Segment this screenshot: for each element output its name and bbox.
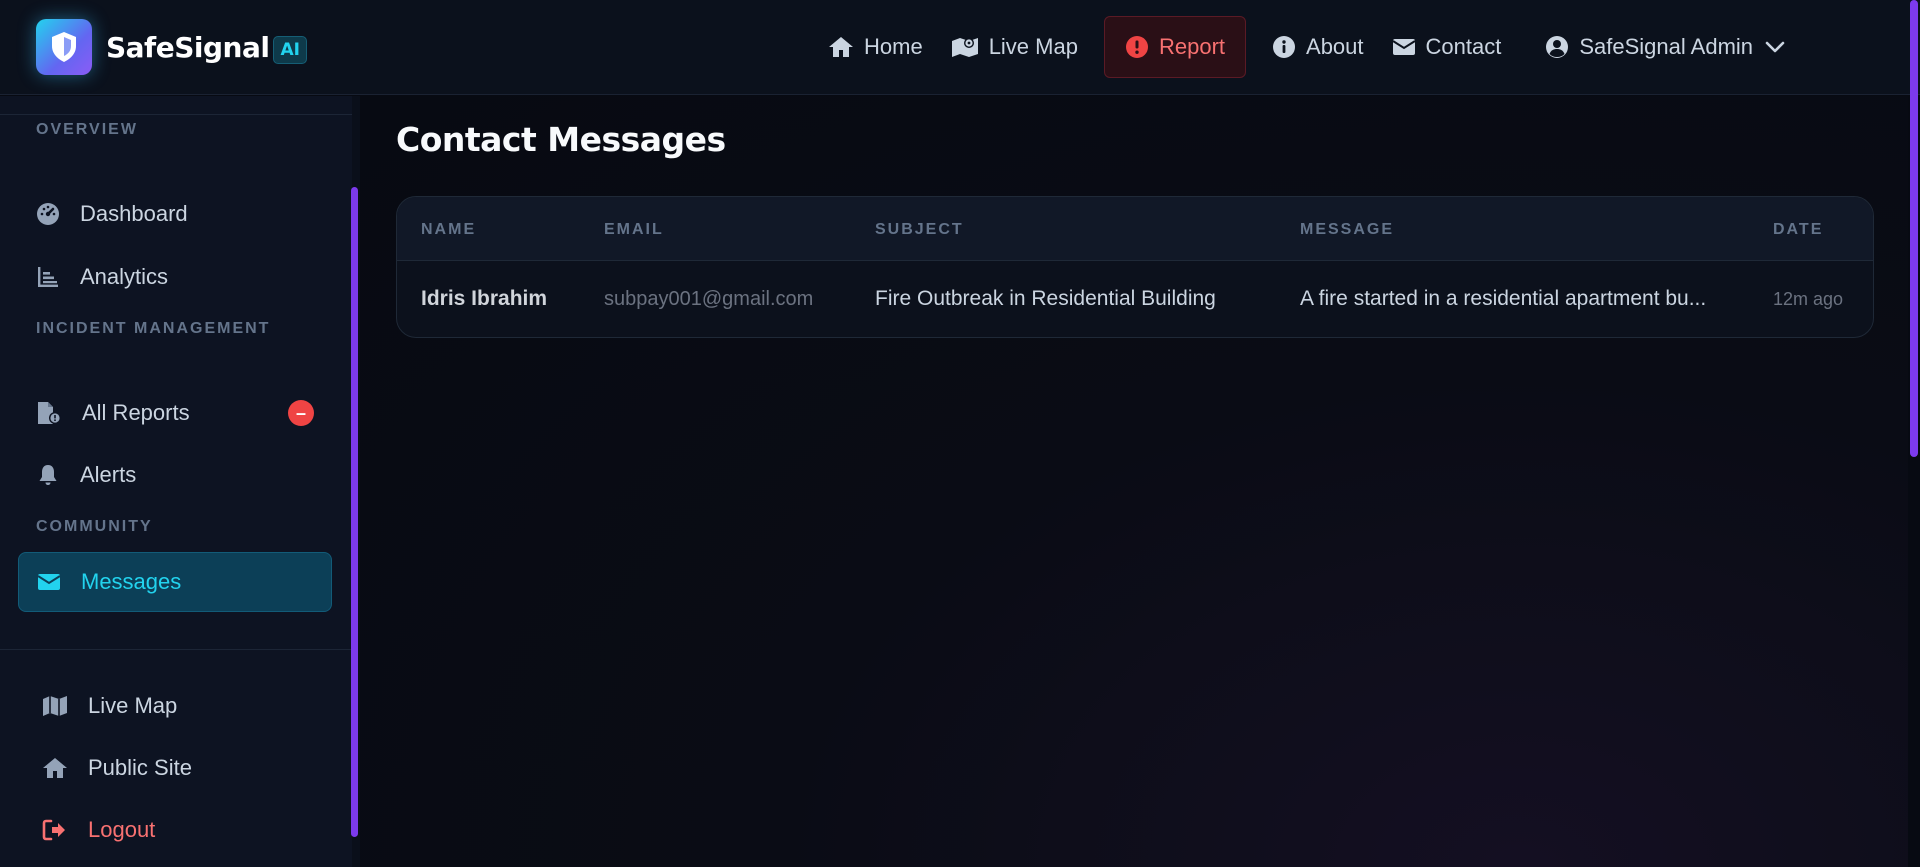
table-row[interactable]: Idris Ibrahim subpay001@gmail.com Fire O… <box>397 261 1873 337</box>
sidebar: OVERVIEW Dashboard Analytics INCIDENT MA… <box>0 96 352 867</box>
sidebar-item-label: Dashboard <box>80 201 188 226</box>
nav-contact[interactable]: Contact <box>1378 16 1516 78</box>
home-icon <box>829 37 853 57</box>
cell-message: A fire started in a residential apartmen… <box>1300 287 1707 310</box>
table-header: NAME EMAIL SUBJECT MESSAGE DATE <box>397 197 1873 261</box>
sidebar-divider-top <box>0 114 352 115</box>
sidebar-footer-live-map[interactable]: Live Map <box>24 676 338 736</box>
nav-report-button[interactable]: Report <box>1103 16 1247 78</box>
cell-email: subpay001@gmail.com <box>604 288 814 310</box>
map-icon <box>951 38 978 57</box>
sidebar-item-label: Live Map <box>88 693 178 718</box>
main-nav: Home Live Map Report About Contact SafeS… <box>814 16 1799 78</box>
home-icon <box>43 758 67 778</box>
map-icon <box>43 696 67 716</box>
sidebar-item-alerts[interactable]: Alerts <box>18 445 332 505</box>
sidebar-item-all-reports[interactable]: All Reports – <box>18 383 332 443</box>
alert-circle-icon <box>1125 36 1148 58</box>
section-label-community: COMMUNITY <box>36 518 153 535</box>
brand-badge: AI <box>273 36 307 64</box>
envelope-icon <box>1391 39 1416 55</box>
nav-contact-label: Contact <box>1425 34 1502 59</box>
section-label-overview: OVERVIEW <box>36 121 138 138</box>
nav-home-label: Home <box>864 34 923 59</box>
sidebar-item-label: Messages <box>81 569 182 594</box>
nav-live-map[interactable]: Live Map <box>937 16 1092 78</box>
cell-subject: Fire Outbreak in Residential Building <box>875 287 1216 310</box>
page-scrollbar-thumb[interactable] <box>1910 0 1918 457</box>
sidebar-scrollbar-thumb[interactable] <box>351 187 358 837</box>
sidebar-item-label: Public Site <box>88 755 192 780</box>
reports-count-badge: – <box>288 400 314 426</box>
sidebar-item-label: All Reports <box>82 400 190 425</box>
nav-home[interactable]: Home <box>814 16 937 78</box>
brand[interactable]: SafeSignal AI <box>36 19 307 75</box>
nav-report-label: Report <box>1158 34 1226 59</box>
cell-name: Idris Ibrahim <box>421 287 548 310</box>
envelope-icon <box>37 574 61 590</box>
user-circle-icon <box>1546 36 1569 58</box>
user-menu[interactable]: SafeSignal Admin <box>1531 16 1799 78</box>
sidebar-item-label: Alerts <box>80 462 137 487</box>
top-navbar: SafeSignal AI Home Live Map Report About… <box>0 0 1920 95</box>
column-header-subject[interactable]: SUBJECT <box>875 221 964 239</box>
nav-about[interactable]: About <box>1258 16 1378 78</box>
section-label-incident-management: INCIDENT MANAGEMENT <box>36 320 271 337</box>
sidebar-item-analytics[interactable]: Analytics <box>18 247 332 307</box>
messages-table: NAME EMAIL SUBJECT MESSAGE DATE Idris Ib… <box>396 196 1874 338</box>
gauge-icon <box>37 203 59 225</box>
column-header-date[interactable]: DATE <box>1773 221 1823 239</box>
sidebar-item-label: Analytics <box>80 264 169 289</box>
chevron-down-icon <box>1765 41 1785 53</box>
main-content: Contact Messages NAME EMAIL SUBJECT MESS… <box>360 96 1908 867</box>
logout-icon <box>42 819 65 841</box>
cell-date: 12m ago <box>1773 289 1844 309</box>
sidebar-item-messages[interactable]: Messages <box>18 552 332 612</box>
sidebar-item-label: Logout <box>88 817 156 842</box>
page-title: Contact Messages <box>396 120 726 159</box>
bell-icon <box>39 465 57 485</box>
sidebar-item-dashboard[interactable]: Dashboard <box>18 184 332 244</box>
nav-live-map-label: Live Map <box>988 34 1078 59</box>
brand-name: SafeSignal <box>106 30 270 64</box>
sidebar-footer-logout[interactable]: Logout <box>24 800 338 860</box>
info-icon <box>1273 36 1296 58</box>
bar-chart-icon <box>38 267 58 287</box>
sidebar-footer-public-site[interactable]: Public Site <box>24 738 338 798</box>
column-header-email[interactable]: EMAIL <box>604 221 664 239</box>
nav-about-label: About <box>1306 34 1364 59</box>
shield-icon <box>36 19 92 75</box>
column-header-message[interactable]: MESSAGE <box>1300 221 1394 239</box>
sidebar-divider <box>0 649 352 650</box>
user-menu-label: SafeSignal Admin <box>1579 34 1754 59</box>
file-report-icon <box>38 402 61 424</box>
column-header-name[interactable]: NAME <box>421 221 476 239</box>
